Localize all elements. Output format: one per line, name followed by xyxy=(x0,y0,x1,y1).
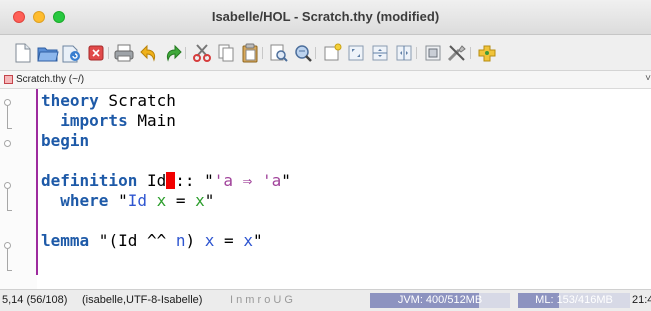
equals: = xyxy=(214,231,244,250)
import-name: Main xyxy=(127,111,176,130)
term-text: ) xyxy=(185,231,205,250)
toolbar-separator xyxy=(262,47,263,59)
toolbar-separator xyxy=(470,47,471,59)
buffer-tab-bar: Scratch.thy (~/) ˅ xyxy=(0,71,651,89)
find-in-files-icon[interactable] xyxy=(292,42,314,64)
app-window: Isabelle/HOL - Scratch.thy (modified) Sc… xyxy=(0,0,651,311)
free-variable: x xyxy=(243,231,253,250)
free-variable: n xyxy=(175,231,186,250)
find-icon[interactable] xyxy=(268,42,290,64)
buffer-mode[interactable]: (isabelle,UTF-8-Isabelle) xyxy=(82,294,202,306)
text-editor[interactable]: theory Scratch imports Main begin defini… xyxy=(0,89,651,289)
constant-ref: Id xyxy=(127,191,147,210)
buffer-flags[interactable]: I n m r o U G xyxy=(230,294,293,306)
quote: " xyxy=(281,171,291,190)
code-line: where "Id x = x" xyxy=(41,191,214,211)
keyword-imports: imports xyxy=(41,111,128,130)
fold-line xyxy=(7,189,8,210)
new-file-icon[interactable] xyxy=(12,42,34,64)
code-line: imports Main xyxy=(41,111,176,131)
reload-icon[interactable] xyxy=(61,42,83,64)
modified-buffer-icon xyxy=(4,75,13,84)
bound-variable: x xyxy=(195,191,205,210)
constant-name: Id xyxy=(137,171,167,190)
code-line: definition Id:: "'a ⇒ 'a" xyxy=(41,171,291,191)
type-variable: 'a xyxy=(261,171,282,190)
code-line: begin xyxy=(41,131,89,151)
equals: = xyxy=(166,191,196,210)
plugins-icon[interactable] xyxy=(476,42,498,64)
ml-memory-label: ML: 153/416MB xyxy=(535,294,613,306)
keyword-where: where xyxy=(41,191,109,210)
keyword-begin: begin xyxy=(41,131,90,150)
fold-marker-icon[interactable] xyxy=(4,140,11,147)
buffer-tab-label: Scratch.thy (~/) xyxy=(16,74,85,85)
clock: 21:40 xyxy=(632,294,651,306)
term-text: "(Id ^^ xyxy=(89,231,176,250)
open-folder-icon[interactable] xyxy=(37,42,59,64)
fold-tick xyxy=(7,128,12,129)
keyword-theory: theory xyxy=(41,91,99,110)
code-line: lemma "(Id ^^ n) x = x" xyxy=(41,231,263,251)
code-line: theory Scratch xyxy=(41,91,176,111)
title-bar: Isabelle/HOL - Scratch.thy (modified) xyxy=(0,0,651,35)
tools-icon[interactable] xyxy=(446,42,468,64)
status-bar: 5,14 (56/108) (isabelle,UTF-8-Isabelle) … xyxy=(0,289,651,311)
theory-range-marker xyxy=(36,89,38,275)
type-sep: :: " xyxy=(175,171,214,190)
toolbar-separator xyxy=(108,47,109,59)
fold-line xyxy=(7,106,8,128)
free-variable: x xyxy=(204,231,215,250)
fold-tick xyxy=(7,210,12,211)
close-buffer-icon[interactable] xyxy=(85,42,107,64)
quote: " xyxy=(108,191,128,210)
fold-line xyxy=(7,249,8,270)
print-icon[interactable] xyxy=(113,42,135,64)
toolbar xyxy=(0,35,651,71)
fold-tick xyxy=(7,270,12,271)
keyword-definition: definition xyxy=(41,171,138,190)
type-variable: 'a xyxy=(213,171,234,190)
redo-icon[interactable] xyxy=(162,42,184,64)
bound-variable: x xyxy=(156,191,167,210)
keyword-lemma: lemma xyxy=(41,231,90,250)
gutter xyxy=(0,89,37,289)
window-title: Isabelle/HOL - Scratch.thy (modified) xyxy=(211,9,440,24)
jvm-memory-label: JVM: 400/512MB xyxy=(397,294,483,306)
undo-icon[interactable] xyxy=(138,42,160,64)
toolbar-separator xyxy=(315,47,316,59)
text-caret xyxy=(166,172,176,189)
fold-marker-icon[interactable] xyxy=(4,99,11,106)
cut-icon[interactable] xyxy=(191,42,213,64)
copy-icon[interactable] xyxy=(215,42,237,64)
paste-icon[interactable] xyxy=(239,42,261,64)
fold-marker-icon[interactable] xyxy=(4,242,11,249)
theory-name: Scratch xyxy=(98,91,176,110)
toolbar-separator xyxy=(185,47,186,59)
quote: " xyxy=(252,231,263,250)
split-horizontal-icon[interactable] xyxy=(369,42,391,64)
maximize-icon[interactable] xyxy=(345,42,367,64)
fold-marker-icon[interactable] xyxy=(4,182,11,189)
caret-position[interactable]: 5,14 (56/108) xyxy=(2,294,67,306)
split-vertical-icon[interactable] xyxy=(393,42,415,64)
new-view-icon[interactable] xyxy=(321,42,343,64)
jvm-memory-indicator[interactable]: JVM: 400/512MB xyxy=(370,293,510,308)
ml-memory-indicator[interactable]: ML: 153/416MB xyxy=(518,293,630,308)
type-arrow: ⇒ xyxy=(233,171,262,190)
buffer-list-dropdown[interactable]: ˅ xyxy=(645,73,651,84)
quote: " xyxy=(204,191,215,210)
buffer-options-icon[interactable] xyxy=(422,42,444,64)
buffer-tab-scratch[interactable]: Scratch.thy (~/) xyxy=(4,73,84,86)
toolbar-separator xyxy=(416,47,417,59)
